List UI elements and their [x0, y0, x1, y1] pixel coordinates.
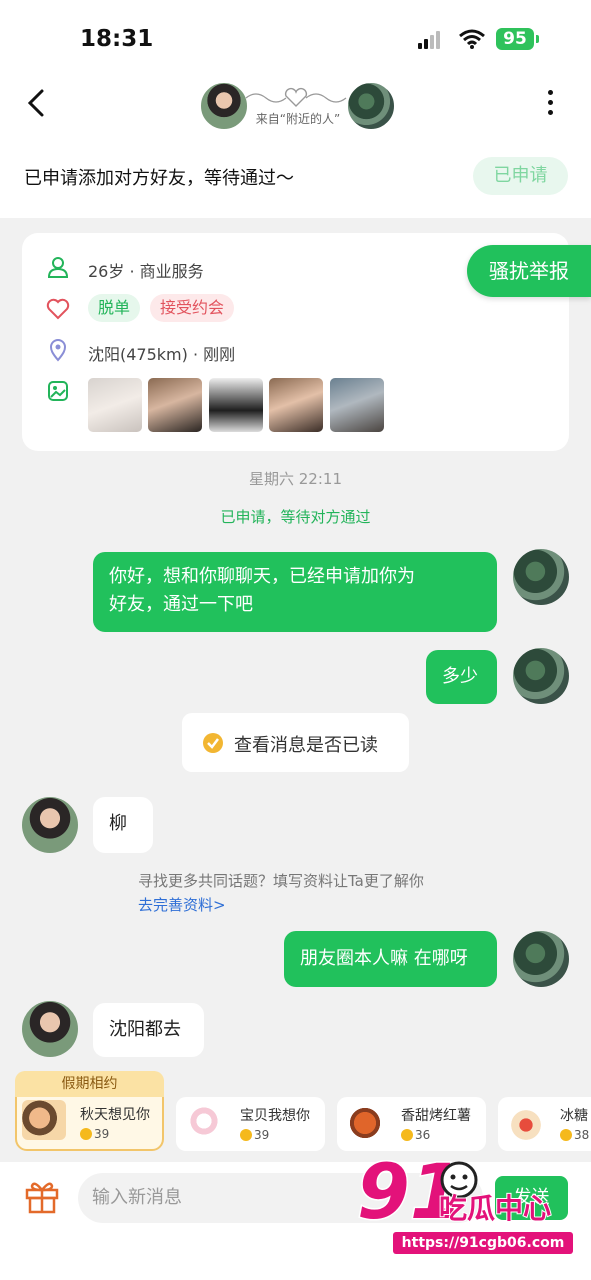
- message-bubble-me[interactable]: 你好，想和你聊聊天，已经申请加你为 好友，通过一下吧: [93, 552, 497, 632]
- photo-album-icon: [46, 379, 70, 403]
- gift-box-icon[interactable]: [22, 1176, 62, 1216]
- gift-image: [504, 1101, 548, 1141]
- gift-name: 香甜烤红薯: [401, 1108, 471, 1124]
- signal-icon: [418, 30, 442, 49]
- tag-dating: 接受约会: [150, 294, 235, 322]
- heart-icon: [46, 297, 70, 321]
- battery-icon: 95: [496, 28, 534, 50]
- battery-tip: [536, 35, 539, 43]
- message-bubble-them[interactable]: 沈阳都去: [93, 1003, 204, 1057]
- coin-icon: [401, 1129, 413, 1141]
- gift-card[interactable]: 宝贝我想你 39: [176, 1097, 325, 1151]
- profile-photo-1[interactable]: [88, 378, 142, 432]
- tag-single: 脱单: [88, 294, 141, 322]
- contact-avatar[interactable]: [199, 81, 249, 131]
- gift-card[interactable]: 香甜烤红薯 36: [337, 1097, 486, 1151]
- back-icon[interactable]: [26, 88, 46, 122]
- message-line: 好友，通过一下吧: [109, 594, 253, 615]
- gift-price: 38: [560, 1128, 589, 1142]
- gift-image: [182, 1101, 226, 1141]
- profile-hint: 寻找更多共同话题？填写资料让Ta更了解你: [138, 872, 424, 890]
- status-time: 18:31: [80, 26, 154, 52]
- watermark-url: https://91cgb06.com: [393, 1232, 573, 1254]
- location-text: 沈阳(475km) · 刚刚: [88, 345, 236, 364]
- gift-category-title: 假期相约: [15, 1071, 164, 1097]
- my-chat-avatar[interactable]: [513, 648, 569, 704]
- report-harassment-button[interactable]: 骚扰举报: [467, 245, 591, 297]
- message-line: 你好，想和你聊聊天，已经申请加你为: [109, 566, 415, 587]
- profile-photo-5[interactable]: [330, 378, 384, 432]
- gift-image: [343, 1101, 387, 1141]
- contact-chat-avatar[interactable]: [22, 1001, 78, 1057]
- message-bubble-me[interactable]: 多少: [426, 650, 497, 704]
- gift-name: 宝贝我想你: [240, 1108, 310, 1124]
- gift-image: [22, 1100, 66, 1140]
- person-icon: [46, 255, 70, 279]
- my-chat-avatar[interactable]: [513, 931, 569, 987]
- message-bubble-me[interactable]: 朋友圈本人嘛 在哪呀: [284, 931, 497, 987]
- read-check-label: 查看消息是否已读: [234, 735, 378, 756]
- gift-name: 冰糖: [560, 1108, 588, 1124]
- my-avatar[interactable]: [346, 81, 396, 131]
- requested-button[interactable]: 已申请: [473, 157, 568, 195]
- profile-photo-2[interactable]: [148, 378, 202, 432]
- contact-chat-avatar[interactable]: [22, 797, 78, 853]
- request-status-text: 已申请添加对方好友，等待通过～: [24, 168, 294, 189]
- coin-icon: [80, 1128, 92, 1140]
- age-occupation: 26岁 · 商业服务: [88, 262, 204, 281]
- svg-text:吃瓜中心: 吃瓜中心: [439, 1192, 551, 1225]
- complete-profile-link[interactable]: 去完善资料>: [138, 894, 226, 915]
- my-chat-avatar[interactable]: [513, 549, 569, 605]
- coin-icon: [240, 1129, 252, 1141]
- gift-price: 39: [240, 1128, 269, 1142]
- message-bubble-them[interactable]: 柳: [93, 797, 153, 853]
- check-badge-icon: [202, 732, 224, 758]
- gift-card[interactable]: 冰糖 38: [498, 1097, 591, 1151]
- wifi-icon: [458, 28, 486, 54]
- location-icon: [46, 338, 70, 362]
- profile-photo-3[interactable]: [209, 378, 263, 432]
- profile-photo-4[interactable]: [269, 378, 323, 432]
- source-label: 来自“附近的人”: [255, 112, 341, 126]
- gift-price: 36: [401, 1128, 430, 1142]
- coin-icon: [560, 1129, 572, 1141]
- read-receipt-button[interactable]: 查看消息是否已读: [182, 713, 409, 772]
- gift-name: 秋天想见你: [80, 1107, 150, 1123]
- more-options-icon[interactable]: [548, 90, 554, 120]
- chat-timestamp: 星期六 22:11: [249, 470, 342, 488]
- system-notice: 已申请，等待对方通过: [220, 508, 371, 526]
- gift-price: 39: [80, 1127, 109, 1141]
